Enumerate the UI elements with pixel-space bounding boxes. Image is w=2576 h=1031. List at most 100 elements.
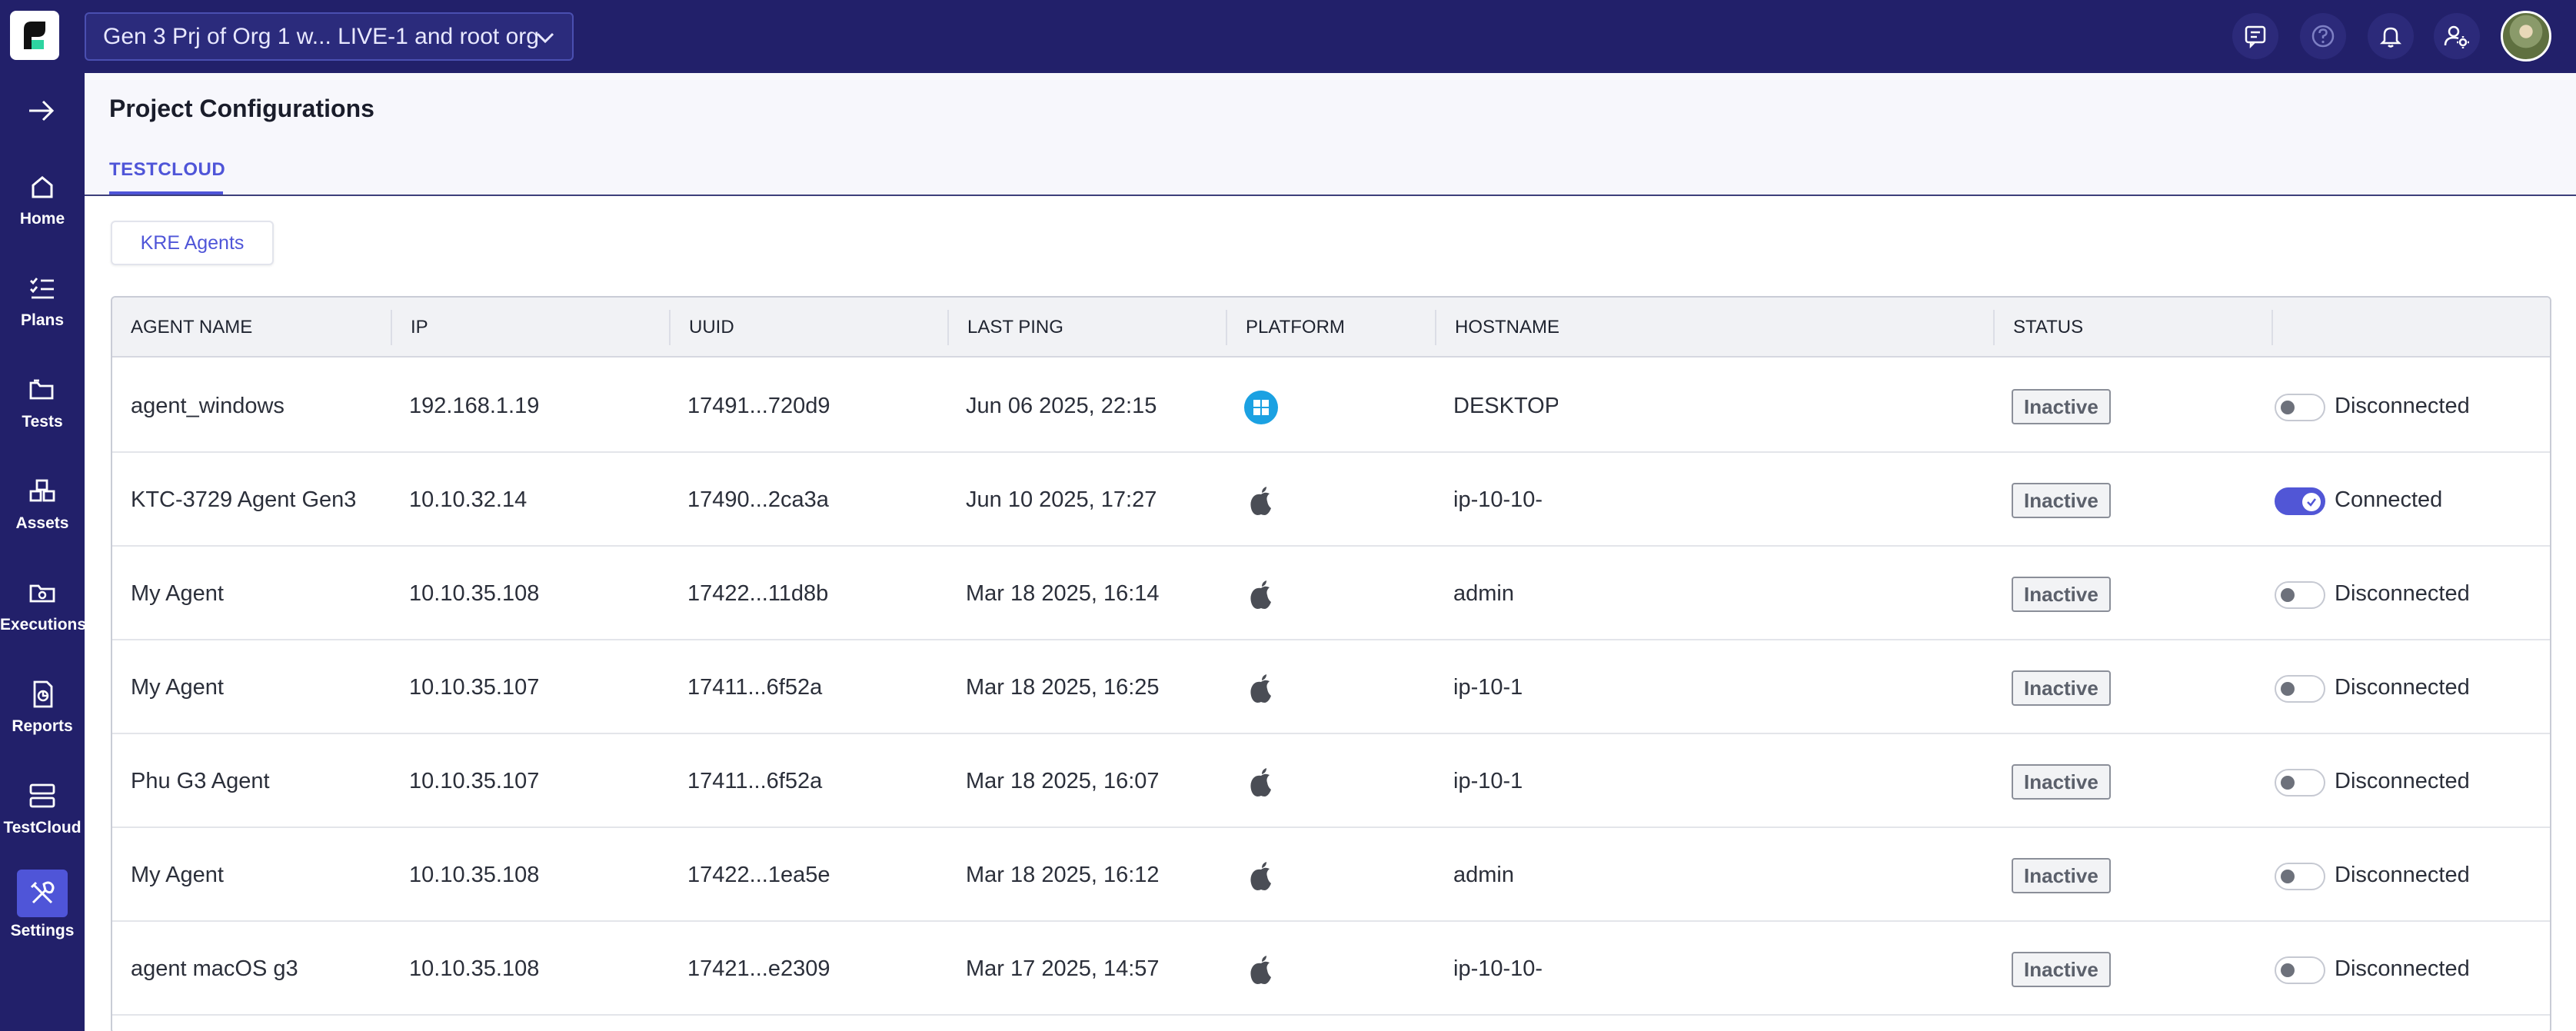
- table-row[interactable]: My Agent 10.10.35.107 17411...6f52a Mar 18 …: [112, 640, 2550, 734]
- sidebar-item-label: Tests: [22, 413, 63, 431]
- sidebar-item-tests[interactable]: Tests: [0, 367, 85, 451]
- user-settings-button[interactable]: [2434, 13, 2480, 59]
- column-header[interactable]: STATUS: [1993, 310, 2083, 345]
- sidebar-item-reports[interactable]: Reports: [0, 671, 85, 756]
- connection-label: Disconnected: [2335, 956, 2470, 981]
- connection-label: Disconnected: [2335, 863, 2470, 887]
- cell-name: agent_windows: [131, 394, 285, 418]
- server-icon: [29, 783, 55, 808]
- status-badge: Inactive: [2012, 483, 2111, 518]
- sidebar-item-assets[interactable]: Assets: [0, 468, 85, 553]
- table-row[interactable]: KTC-3729 Agent Gen3 10.10.32.14 17490...2c…: [112, 453, 2550, 547]
- chevron-down-icon: [536, 32, 554, 44]
- connection-toggle[interactable]: [2275, 863, 2325, 890]
- cell-uuid: 17411...6f52a: [687, 769, 823, 793]
- toggle-knob: [2281, 776, 2295, 790]
- cell-uuid: 17422...11d8b: [687, 581, 829, 606]
- apple-icon: [1250, 768, 1271, 797]
- cell-last-ping: Mar 17 2025, 14:57: [966, 956, 1160, 981]
- main-content: Project Configurations TESTCLOUD KRE Age…: [85, 73, 2576, 1031]
- cell-last-ping: Mar 18 2025, 16:07: [966, 769, 1160, 793]
- folder-icon: [29, 379, 54, 400]
- connection-label: Disconnected: [2335, 769, 2470, 793]
- project-selector[interactable]: Gen 3 Prj of Org 1 w... LIVE-1 and root …: [85, 12, 574, 61]
- sidebar-item-label: Home: [19, 210, 65, 228]
- connection-toggle[interactable]: [2275, 581, 2325, 609]
- table-row[interactable]: Phu G3 Agent 10.10.35.107 17411...6f52a Mar…: [112, 734, 2550, 828]
- connection-toggle[interactable]: [2275, 394, 2325, 421]
- column-header[interactable]: HOSTNAME: [1435, 310, 1559, 345]
- feedback-button[interactable]: [2232, 13, 2278, 59]
- sidebar-item-label: Executions: [0, 616, 87, 634]
- app-logo[interactable]: [10, 11, 59, 60]
- cell-hostname: ip-10-10-: [1453, 956, 1543, 981]
- status-badge: Inactive: [2012, 952, 2111, 987]
- cell-name: KTC-3729 Agent Gen3: [131, 487, 357, 512]
- connection-toggle[interactable]: [2275, 487, 2325, 515]
- sidebar-item-plans[interactable]: Plans: [0, 265, 85, 350]
- status-badge: Inactive: [2012, 764, 2111, 800]
- toggle-knob: [2281, 963, 2295, 977]
- table-row[interactable]: agent macOS g3 10.10.35.108 17421...e2309 M…: [112, 922, 2550, 1016]
- cell-name: agent macOS g3: [131, 956, 298, 981]
- check-icon: [2307, 498, 2316, 507]
- project-selector-label: Gen 3 Prj of Org 1 w... LIVE-1 and root …: [103, 23, 539, 49]
- windows-icon: [1244, 391, 1278, 424]
- cell-uuid: 17422...1ea5e: [687, 863, 830, 887]
- table-row[interactable]: My Agent 10.10.35.108 17422...11d8b Mar 18 …: [112, 547, 2550, 640]
- help-button[interactable]: [2300, 13, 2346, 59]
- column-header-actions: [2271, 310, 2291, 345]
- bell-icon: [2379, 27, 2402, 48]
- sidebar-item-settings[interactable]: Settings: [0, 870, 85, 954]
- column-header[interactable]: LAST PING: [947, 310, 1063, 345]
- apple-icon: [1250, 862, 1271, 890]
- avatar[interactable]: [2501, 11, 2551, 62]
- cell-hostname: admin: [1453, 863, 1514, 887]
- expand-sidebar-icon[interactable]: [25, 96, 58, 125]
- connection-label: Connected: [2335, 487, 2443, 512]
- settings-icon: [30, 881, 55, 904]
- apple-icon: [1250, 580, 1271, 609]
- column-header[interactable]: AGENT NAME: [112, 298, 252, 358]
- table-row[interactable]: agent_windows 192.168.1.19 17491...720d9 Ju…: [112, 359, 2550, 453]
- cell-uuid: 17491...720d9: [687, 394, 830, 418]
- logo-icon: [24, 22, 45, 49]
- toggle-knob: [2281, 682, 2295, 696]
- cell-name: My Agent: [131, 581, 224, 606]
- page-header: Project Configurations TESTCLOUD: [85, 73, 2576, 196]
- column-header[interactable]: UUID: [669, 310, 734, 345]
- top-bar: Gen 3 Prj of Org 1 w... LIVE-1 and root …: [0, 0, 2576, 73]
- sidebar-item-label: TestCloud: [3, 819, 82, 836]
- cell-uuid: 17411...6f52a: [687, 675, 823, 700]
- toggle-knob: [2281, 401, 2295, 414]
- cell-last-ping: Mar 18 2025, 16:14: [966, 581, 1160, 606]
- connection-toggle[interactable]: [2275, 956, 2325, 984]
- toggle-knob: [2281, 870, 2295, 883]
- subtab-kre-agents[interactable]: KRE Agents: [111, 221, 274, 265]
- tab-testcloud[interactable]: TESTCLOUD: [109, 159, 225, 181]
- sidebar-item-home[interactable]: Home: [0, 164, 85, 248]
- table-row[interactable]: My Agent 10.10.35.108 17422...1ea5e Mar 18 …: [112, 828, 2550, 922]
- status-badge: Inactive: [2012, 577, 2111, 612]
- sidebar-item-executions[interactable]: Executions: [0, 570, 87, 654]
- notifications-button[interactable]: [2368, 13, 2414, 59]
- sidebar: Home Plans Tests Assets Executions Repor…: [0, 73, 87, 1031]
- connection-toggle[interactable]: [2275, 769, 2325, 797]
- sidebar-item-label: Plans: [20, 311, 65, 329]
- agents-table: AGENT NAME IP UUID LAST PING PLATFORM HO…: [111, 296, 2551, 1031]
- sidebar-item-label: Settings: [10, 922, 75, 940]
- connection-toggle[interactable]: [2275, 675, 2325, 703]
- cell-uuid: 17421...e2309: [687, 956, 830, 981]
- connection-label: Disconnected: [2335, 675, 2470, 700]
- cell-ip: 10.10.35.108: [409, 863, 540, 887]
- connection-label: Disconnected: [2335, 394, 2470, 418]
- column-header[interactable]: PLATFORM: [1226, 310, 1345, 345]
- sidebar-item-testcloud[interactable]: TestCloud: [0, 773, 85, 857]
- toggle-knob: [2302, 493, 2321, 511]
- cell-name: My Agent: [131, 675, 224, 700]
- user-gear-icon: [2444, 25, 2469, 48]
- cell-hostname: ip-10-1: [1453, 769, 1523, 793]
- sidebar-item-label: Reports: [12, 717, 73, 735]
- column-header[interactable]: IP: [391, 310, 428, 345]
- cell-hostname: ip-10-1: [1453, 675, 1523, 700]
